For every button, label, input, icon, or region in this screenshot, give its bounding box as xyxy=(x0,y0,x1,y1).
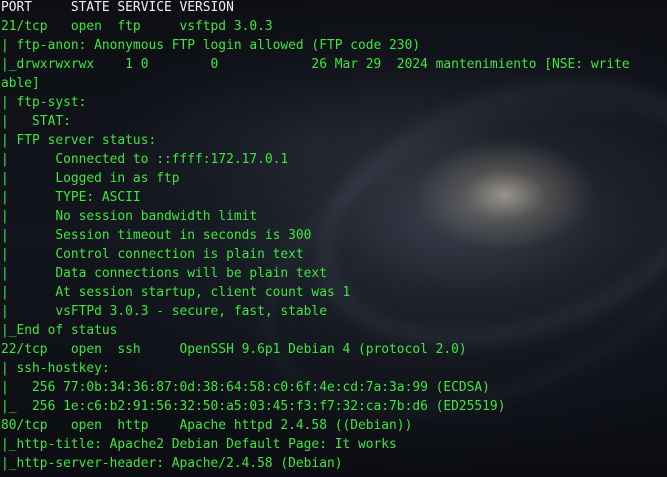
output-line: |_http-server-header: Apache/2.4.58 (Deb… xyxy=(1,456,343,471)
output-line: | At session startup, client count was 1 xyxy=(1,285,351,300)
output-line: | Data connections will be plain text xyxy=(1,266,327,281)
port-line-http: 80/tcp open http Apache httpd 2.4.58 ((D… xyxy=(1,418,413,433)
output-line: | FTP server status: xyxy=(1,133,157,148)
output-line: | ftp-syst: xyxy=(1,95,87,110)
table-header: PORT STATE SERVICE VERSION xyxy=(1,0,234,15)
terminal-output[interactable]: PORT STATE SERVICE VERSION 21/tcp open f… xyxy=(0,0,667,474)
output-line: |_drwxrwxrwx 1 0 0 26 Mar 29 2024 manten… xyxy=(1,57,630,72)
output-line: | ssh-hostkey: xyxy=(1,361,110,376)
output-line: | 256 77:0b:34:36:87:0d:38:64:58:c0:6f:4… xyxy=(1,380,490,395)
output-line: | ftp-anon: Anonymous FTP login allowed … xyxy=(1,38,421,53)
output-line: |_ 256 1e:c6:b2:91:56:32:50:a5:03:45:f3:… xyxy=(1,399,506,414)
port-line-ftp: 21/tcp open ftp vsftpd 3.0.3 xyxy=(1,19,273,34)
output-line: | STAT: xyxy=(1,114,71,129)
output-line: |_http-title: Apache2 Debian Default Pag… xyxy=(1,437,397,452)
output-line: able] xyxy=(1,76,40,91)
output-line: |_End of status xyxy=(1,323,118,338)
output-line: | Logged in as ftp xyxy=(1,171,180,186)
output-line: | TYPE: ASCII xyxy=(1,190,141,205)
output-line: | Session timeout in seconds is 300 xyxy=(1,228,312,243)
output-line: | vsFTPd 3.0.3 - secure, fast, stable xyxy=(1,304,327,319)
port-line-ssh: 22/tcp open ssh OpenSSH 9.6p1 Debian 4 (… xyxy=(1,342,467,357)
output-line: | Control connection is plain text xyxy=(1,247,304,262)
output-line: | Connected to ::ffff:172.17.0.1 xyxy=(1,152,289,167)
output-line: | No session bandwidth limit xyxy=(1,209,258,224)
